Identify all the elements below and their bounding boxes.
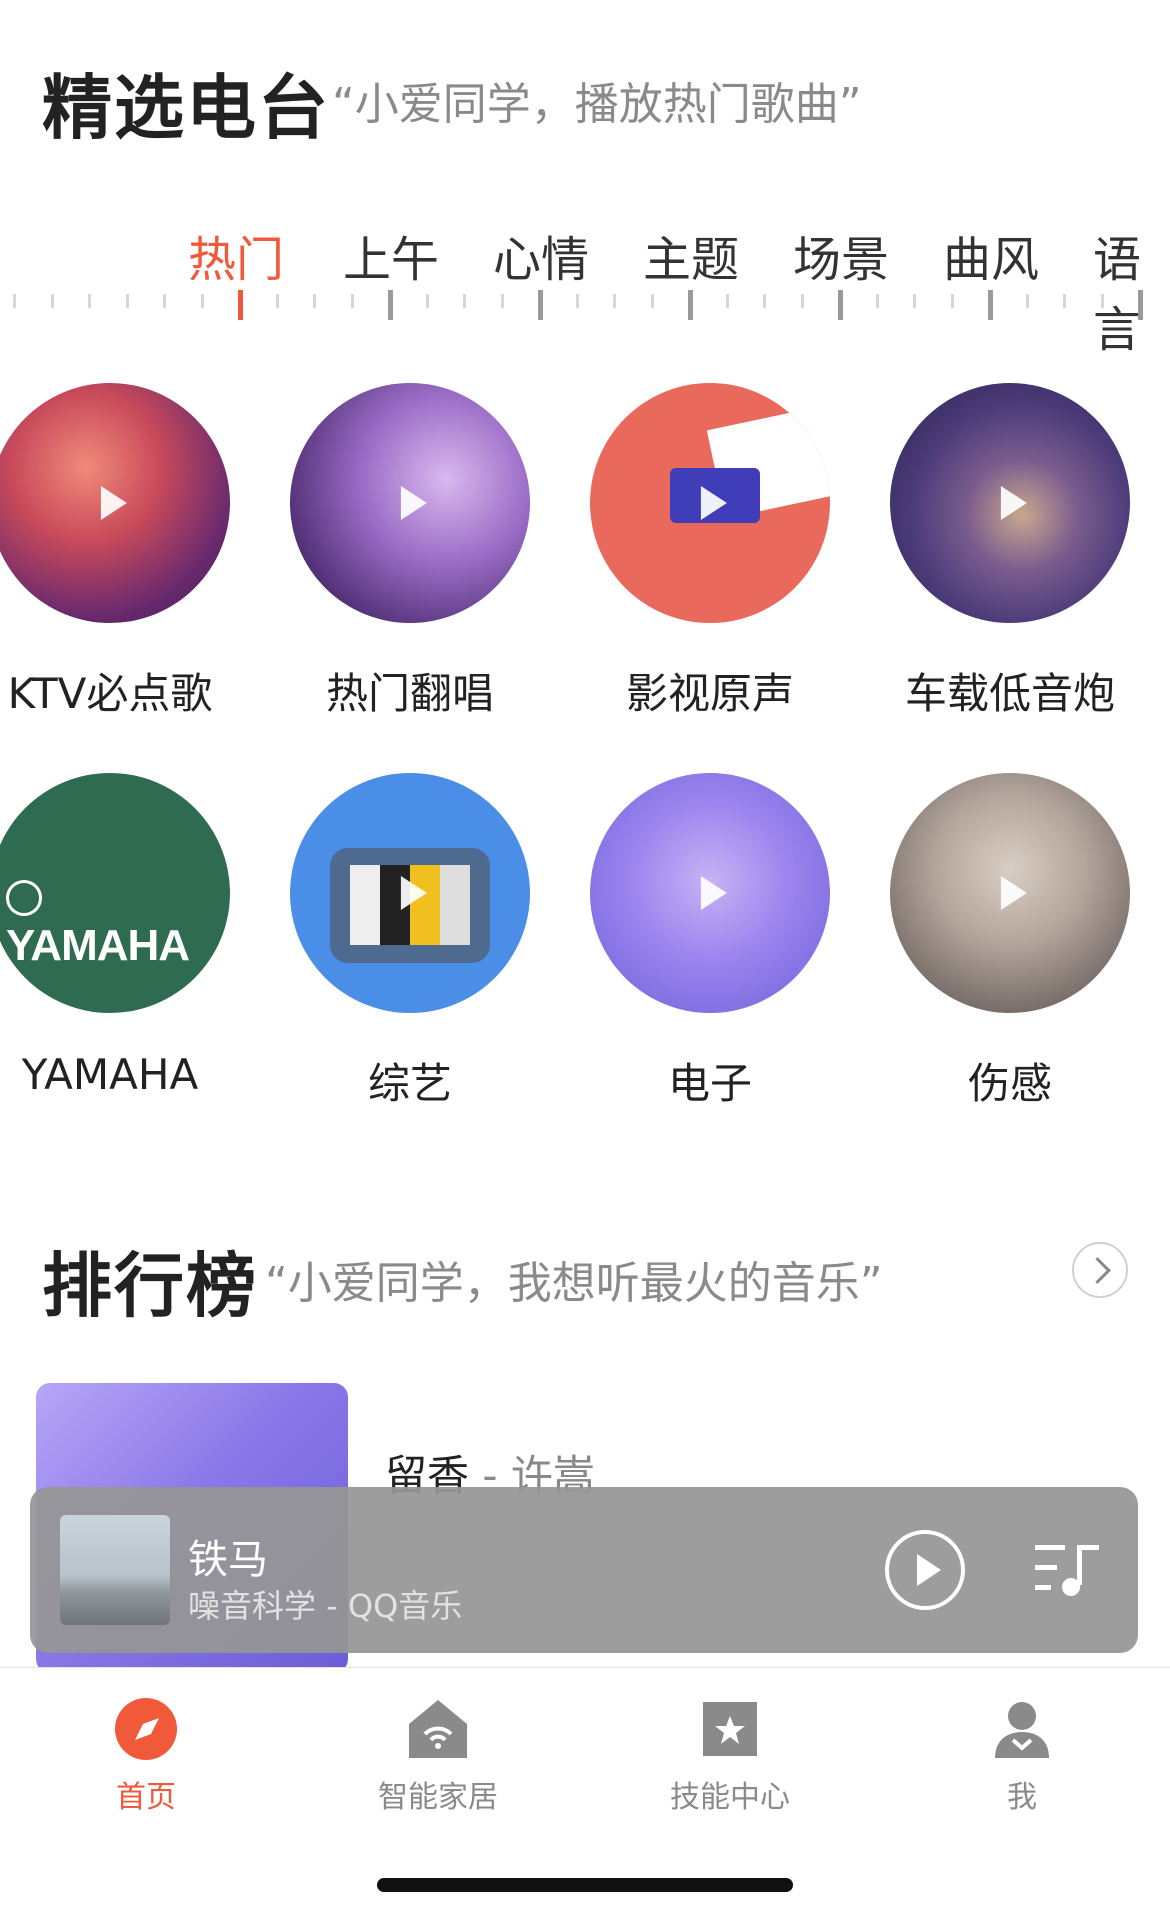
star-badge-icon [703, 1702, 757, 1756]
ruler-tick [501, 294, 504, 308]
ruler-tick [726, 294, 729, 308]
tab-scale-ruler[interactable] [0, 290, 1170, 330]
smart-home-icon [409, 1700, 467, 1758]
station-yamaha-cover[interactable]: YAMAHA [0, 773, 230, 1013]
ruler-tick [913, 294, 916, 308]
ruler-tick [313, 294, 316, 308]
tab-theme[interactable]: 主题 [643, 220, 739, 290]
station-label: 电子 [667, 1059, 752, 1108]
ruler-major-tick [1138, 290, 1143, 320]
ruler-tick [876, 294, 879, 308]
ruler-tick [1063, 294, 1066, 308]
charts-title: 排行榜 [42, 1245, 258, 1327]
ruler-tick [351, 294, 354, 308]
play-icon [400, 486, 427, 520]
nav-label: 技能中心 [670, 1780, 790, 1815]
ruler-major-tick [388, 290, 393, 320]
featured-subtitle: “小爱同学，播放热门歌曲” [332, 79, 862, 130]
nav-label: 智能家居 [378, 1780, 498, 1815]
ruler-major-tick [238, 290, 243, 320]
ruler-tick [651, 294, 654, 308]
ruler-major-tick [538, 290, 543, 320]
ruler-tick [426, 294, 429, 308]
ruler-tick [1101, 294, 1104, 308]
featured-title: 精选电台 [42, 67, 330, 149]
now-playing-subtitle: 噪音科学 - QQ音乐 [188, 1587, 463, 1625]
ruler-major-tick [988, 290, 993, 320]
station-sad-cover[interactable] [890, 773, 1130, 1013]
station-label: 综艺 [367, 1059, 452, 1108]
play-icon [1000, 876, 1027, 910]
tab-hot[interactable]: 热门 [188, 220, 284, 290]
home-indicator [377, 1878, 793, 1892]
nav-smart-home[interactable]: 智能家居 [292, 1668, 584, 1828]
play-icon [400, 876, 427, 910]
station-label: 热门翻唱 [325, 669, 494, 718]
profile-icon [995, 1702, 1049, 1758]
ruler-tick [51, 294, 54, 308]
station-bass-cover[interactable] [890, 383, 1130, 623]
charts-more-button[interactable] [1072, 1242, 1128, 1298]
ruler-tick [463, 294, 466, 308]
yamaha-logo: YAMAHA [6, 871, 230, 971]
ruler-tick [763, 294, 766, 308]
playlist-icon[interactable] [1033, 1539, 1103, 1599]
charts-subtitle: “小爱同学，我想听最火的音乐” [265, 1258, 883, 1309]
tuning-fork-emblem-icon [6, 880, 42, 917]
ruler-tick [163, 294, 166, 308]
station-label: 车载低音炮 [904, 669, 1115, 718]
tab-mood[interactable]: 心情 [493, 220, 589, 290]
nav-me[interactable]: 我 [876, 1668, 1168, 1828]
station-variety-cover[interactable] [290, 773, 530, 1013]
station-ktv-cover[interactable] [0, 383, 230, 623]
ruler-tick [1026, 294, 1029, 308]
play-icon [700, 486, 727, 520]
now-playing-title: 铁马 [188, 1537, 268, 1583]
ruler-tick [201, 294, 204, 308]
ruler-tick [13, 294, 16, 308]
play-pause-button[interactable] [885, 1530, 965, 1610]
ruler-tick [576, 294, 579, 308]
nav-skills[interactable]: 技能中心 [584, 1668, 876, 1828]
station-electronic-cover[interactable] [590, 773, 830, 1013]
nav-label: 我 [1007, 1780, 1037, 1815]
station-soundtrack-cover[interactable] [590, 383, 830, 623]
play-icon [1000, 486, 1027, 520]
ruler-tick [126, 294, 129, 308]
ruler-major-tick [838, 290, 843, 320]
nav-label: 首页 [116, 1780, 176, 1815]
station-label: YAMAHA [21, 1050, 199, 1099]
station-covers-cover[interactable] [290, 383, 530, 623]
ruler-tick [88, 294, 91, 308]
tab-morning[interactable]: 上午 [343, 220, 439, 290]
ruler-tick [951, 294, 954, 308]
now-playing-cover[interactable] [60, 1515, 170, 1625]
ruler-tick [613, 294, 616, 308]
play-icon [700, 876, 727, 910]
nav-home[interactable]: 首页 [0, 1668, 292, 1828]
compass-icon [115, 1698, 177, 1760]
ruler-major-tick [688, 290, 693, 320]
station-label: KTV必点歌 [7, 669, 213, 718]
ruler-tick [801, 294, 804, 308]
station-label: 伤感 [967, 1059, 1052, 1108]
mini-player[interactable]: 铁马 噪音科学 - QQ音乐 [30, 1487, 1138, 1653]
ruler-tick [276, 294, 279, 308]
play-icon [100, 486, 127, 520]
tab-genre[interactable]: 曲风 [943, 220, 1039, 290]
tab-scene[interactable]: 场景 [793, 220, 889, 290]
station-label: 影视原声 [625, 669, 794, 718]
